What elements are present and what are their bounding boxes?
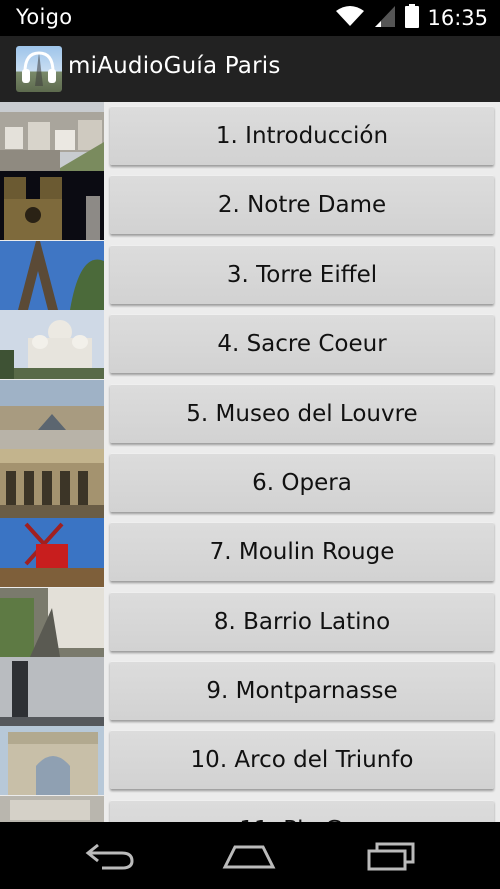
carrier-name: Yoigo [16,5,73,29]
wifi-icon [335,5,365,31]
louvre-thumbnail [0,380,104,449]
place-thumbnail [0,796,104,822]
tour-button-moulin-rouge[interactable]: 7. Moulin Rouge [110,522,494,581]
list-item: 1. Introducción [0,102,500,171]
tour-button-sacre-coeur[interactable]: 4. Sacre Coeur [110,314,494,373]
tour-button-arco-del-triunfo[interactable]: 10. Arco del Triunfo [110,730,494,789]
app-title: miAudioGuía Paris [68,53,281,79]
recents-icon[interactable] [356,834,426,878]
list-item: 6. Opera [0,449,500,518]
list-item: 4. Sacre Coeur [0,310,500,379]
tour-button-louvre[interactable]: 5. Museo del Louvre [110,384,494,443]
tour-button-introduccion[interactable]: 1. Introducción [110,106,494,165]
battery-icon [405,4,420,32]
tour-button-barrio-latino[interactable]: 8. Barrio Latino [110,592,494,651]
tour-button-montparnasse[interactable]: 9. Montparnasse [110,661,494,720]
signal-icon [373,4,397,32]
navigation-bar [0,822,500,889]
list-item: 10. Arco del Triunfo [0,726,500,795]
clock: 16:35 [427,6,488,30]
list-item: 3. Torre Eiffel [0,241,500,310]
list-item: 5. Museo del Louvre [0,380,500,449]
tour-button-notre-dame[interactable]: 2. Notre Dame [110,175,494,234]
sacre-coeur-thumbnail [0,310,104,379]
latin-quarter-thumbnail [0,588,104,657]
notre-dame-thumbnail [0,171,104,240]
list-item: 9. Montparnasse [0,657,500,726]
arc-de-triomphe-thumbnail [0,726,104,795]
moulin-rouge-thumbnail [0,518,104,587]
home-icon[interactable] [214,834,284,878]
tour-button-opera[interactable]: 6. Opera [110,453,494,512]
status-bar: Yoigo 16:35 [0,0,500,36]
opera-thumbnail [0,449,104,518]
paris-panorama-thumbnail [0,102,104,171]
back-icon[interactable] [75,834,145,878]
montparnasse-thumbnail [0,657,104,726]
eiffel-tower-thumbnail [0,241,104,310]
headphones-eiffel-icon[interactable] [16,46,62,92]
tour-list[interactable]: 1. Introducción 2. Notre Dame 3. Torre E… [0,102,500,822]
list-item: 8. Barrio Latino [0,588,500,657]
list-item: 2. Notre Dame [0,171,500,240]
tour-button-torre-eiffel[interactable]: 3. Torre Eiffel [110,245,494,304]
action-bar: miAudioGuía Paris [0,36,500,102]
list-item: 11. Pla G... [0,796,500,822]
tour-button-11[interactable]: 11. Pla G... [110,800,494,822]
status-icons: 16:35 [335,4,488,32]
list-item: 7. Moulin Rouge [0,518,500,587]
